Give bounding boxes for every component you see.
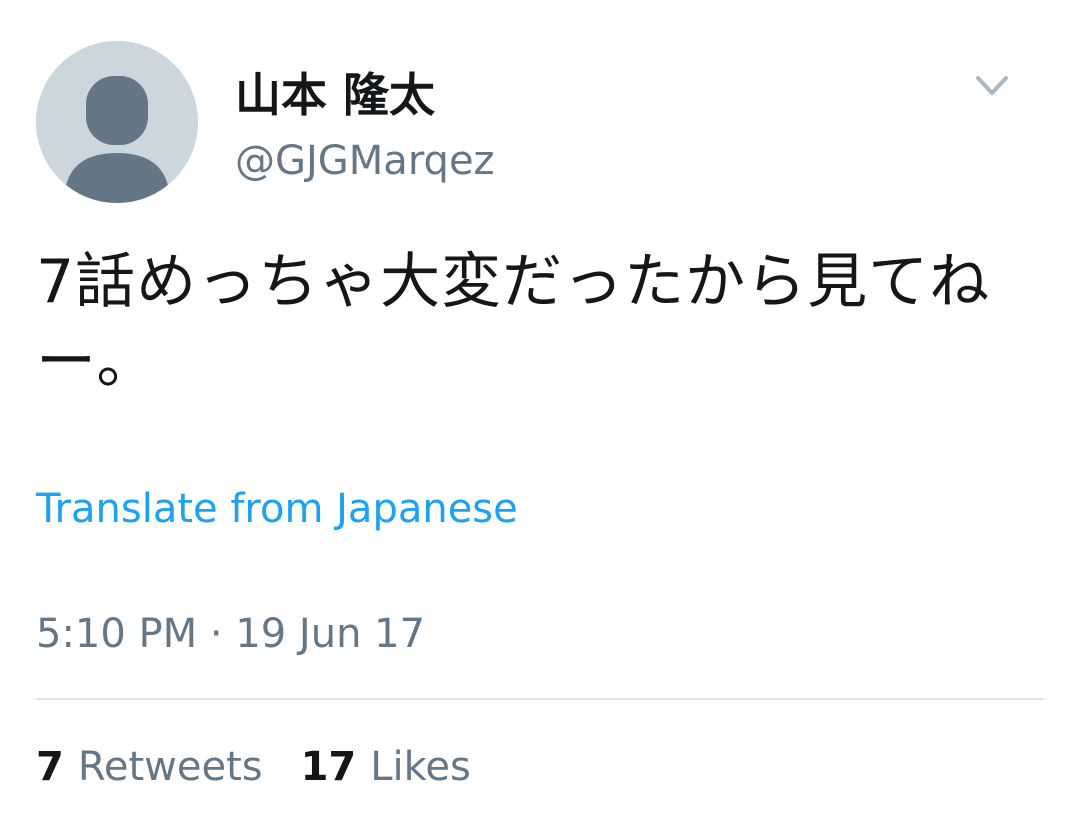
default-profile-silhouette-icon (36, 41, 198, 203)
avatar[interactable] (36, 41, 198, 203)
tweet-timestamp[interactable]: 5:10 PM · 19 Jun 17 (36, 609, 425, 659)
translate-link[interactable]: Translate from Japanese (36, 484, 518, 534)
retweets-stat[interactable]: 7 Retweets (36, 742, 263, 792)
likes-label: Likes (370, 744, 471, 790)
engagement-stats: 7 Retweets 17 Likes (36, 742, 509, 792)
chevron-down-icon[interactable] (966, 66, 1018, 106)
retweets-count: 7 (36, 744, 64, 790)
likes-stat[interactable]: 17 Likes (301, 742, 471, 792)
likes-count: 17 (300, 744, 357, 790)
retweets-label: Retweets (77, 744, 263, 790)
tweet-detail: 山本 隆太 @GJGMarqez 7話めっちゃ大変だったから見てねー。 Tran… (0, 0, 1080, 821)
display-name[interactable]: 山本 隆太 (235, 62, 435, 128)
user-handle[interactable]: @GJGMarqez (235, 135, 495, 187)
tweet-text: 7話めっちゃ大変だったから見てねー。 (36, 247, 991, 397)
divider (36, 698, 1044, 700)
